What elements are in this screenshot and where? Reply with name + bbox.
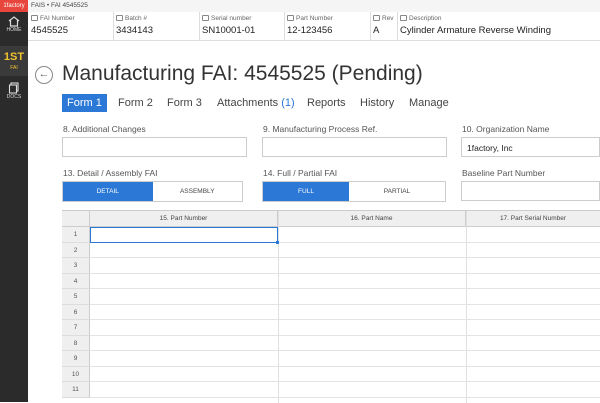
- selected-cell[interactable]: [90, 227, 278, 243]
- organization-name-input[interactable]: 1factory, Inc: [461, 137, 600, 157]
- description-value: Cylinder Armature Reverse Winding: [400, 25, 552, 36]
- row-number[interactable]: 8: [62, 335, 90, 351]
- tab-attachments[interactable]: Attachments (1): [217, 94, 295, 112]
- column-header-serial-number[interactable]: 17. Part Serial Number: [466, 211, 600, 227]
- table-row[interactable]: [90, 243, 600, 258]
- row-number[interactable]: 4: [62, 273, 90, 289]
- sidebar-item-fai[interactable]: 1ST FAI: [0, 46, 28, 76]
- field-8-label: 8. Additional Changes: [63, 124, 146, 134]
- description-label: Description: [409, 15, 442, 22]
- baseline-part-input[interactable]: [461, 181, 600, 201]
- serial-value: SN10001-01: [202, 25, 256, 36]
- table-row[interactable]: [90, 258, 600, 274]
- table-row[interactable]: [90, 367, 600, 382]
- description-cell: Description Cylinder Armature Reverse Wi…: [397, 12, 600, 40]
- row-number[interactable]: 11: [62, 382, 90, 398]
- sidebar-item-label: HOME: [6, 27, 22, 33]
- partial-option[interactable]: PARTIAL: [349, 182, 445, 201]
- brand-logo[interactable]: 1factory: [0, 0, 28, 12]
- row-number[interactable]: 10: [62, 366, 90, 382]
- grid-corner: [62, 211, 90, 227]
- table-row[interactable]: [90, 274, 600, 289]
- breadcrumb[interactable]: FAIS • FAI 4545525: [31, 0, 88, 12]
- part-number-label: Part Number: [296, 15, 333, 22]
- fill-handle[interactable]: [276, 241, 279, 244]
- table-row[interactable]: [90, 351, 600, 367]
- batch-label: Batch #: [125, 15, 148, 22]
- table-row[interactable]: [90, 336, 600, 351]
- part-number-value: 12-123456: [287, 25, 333, 36]
- assembly-option[interactable]: ASSEMBLY: [153, 182, 243, 201]
- fai-number-value: 4545525: [31, 25, 68, 36]
- tab-manage[interactable]: Manage: [409, 94, 449, 112]
- fai-number-label: FAI Number: [40, 15, 75, 22]
- full-option[interactable]: FULL: [263, 182, 349, 201]
- serial-cell: Serial number SN10001-01: [199, 12, 285, 40]
- row-number[interactable]: 5: [62, 289, 90, 305]
- tag-icon: [202, 15, 209, 22]
- home-icon: [8, 16, 20, 27]
- tag-icon: [31, 15, 38, 22]
- additional-changes-input[interactable]: [62, 137, 247, 157]
- tab-form-3[interactable]: Form 3: [167, 94, 202, 112]
- process-ref-input[interactable]: [262, 137, 447, 157]
- sidebar-item-label: DOCS: [6, 94, 22, 100]
- tab-history[interactable]: History: [360, 94, 394, 112]
- field-13-label: 13. Detail / Assembly FAI: [63, 168, 158, 178]
- table-row[interactable]: [90, 320, 600, 336]
- tab-attachments-label: Attachments: [217, 97, 279, 109]
- row-number[interactable]: 6: [62, 304, 90, 320]
- tab-reports[interactable]: Reports: [307, 94, 346, 112]
- rev-cell: Rev A: [370, 12, 398, 40]
- row-number[interactable]: 3: [62, 258, 90, 274]
- rev-value: A: [373, 25, 380, 36]
- lock-icon: [400, 15, 407, 22]
- serial-label: Serial number: [211, 15, 252, 22]
- parts-grid: 15. Part Number 16. Part Name 17. Part S…: [62, 210, 600, 403]
- sidebar: HOME 1ST FAI DOCS: [0, 12, 28, 402]
- table-row[interactable]: [90, 382, 600, 398]
- tab-form-2[interactable]: Form 2: [118, 94, 153, 112]
- table-row[interactable]: [90, 305, 600, 320]
- part-number-cell: Part Number 12-123456: [284, 12, 371, 40]
- field-10-label: 10. Organization Name: [462, 124, 550, 134]
- detail-option[interactable]: DETAIL: [63, 182, 153, 201]
- field-9-label: 9. Manufacturing Process Ref.: [263, 124, 378, 134]
- full-partial-toggle: FULL PARTIAL: [262, 181, 446, 202]
- detail-assembly-toggle: DETAIL ASSEMBLY: [62, 181, 243, 202]
- fai-badge: 1ST: [3, 51, 25, 63]
- field-14-label: 14. Full / Partial FAI: [263, 168, 338, 178]
- info-bar: FAI Number 4545525 Batch # 3434143 Seria…: [28, 12, 600, 41]
- row-number[interactable]: 7: [62, 320, 90, 336]
- column-header-part-number[interactable]: 15. Part Number: [90, 211, 278, 227]
- rev-label: Rev: [382, 15, 394, 22]
- row-number[interactable]: 9: [62, 351, 90, 367]
- lock-icon: [287, 15, 294, 22]
- tab-form-1[interactable]: Form 1: [62, 94, 107, 112]
- column-header-part-name[interactable]: 16. Part Name: [278, 211, 466, 227]
- fai-number-cell: FAI Number 4545525: [28, 12, 114, 40]
- sidebar-item-label: FAI: [10, 65, 18, 71]
- page-title: Manufacturing FAI: 4545525 (Pending): [62, 62, 423, 85]
- batch-cell: Batch # 3434143: [113, 12, 200, 40]
- attachments-count: (1): [281, 97, 295, 109]
- sidebar-item-docs[interactable]: DOCS: [0, 82, 28, 108]
- tag-icon: [116, 15, 123, 22]
- sidebar-item-home[interactable]: HOME: [0, 16, 28, 42]
- back-arrow-icon[interactable]: ←: [35, 66, 53, 84]
- row-number[interactable]: 1: [62, 227, 90, 243]
- row-number[interactable]: 2: [62, 242, 90, 258]
- docs-icon: [8, 82, 19, 94]
- table-row[interactable]: [90, 289, 600, 305]
- baseline-part-label: Baseline Part Number: [462, 168, 546, 178]
- lock-icon: [373, 15, 380, 22]
- batch-value: 3434143: [116, 25, 153, 36]
